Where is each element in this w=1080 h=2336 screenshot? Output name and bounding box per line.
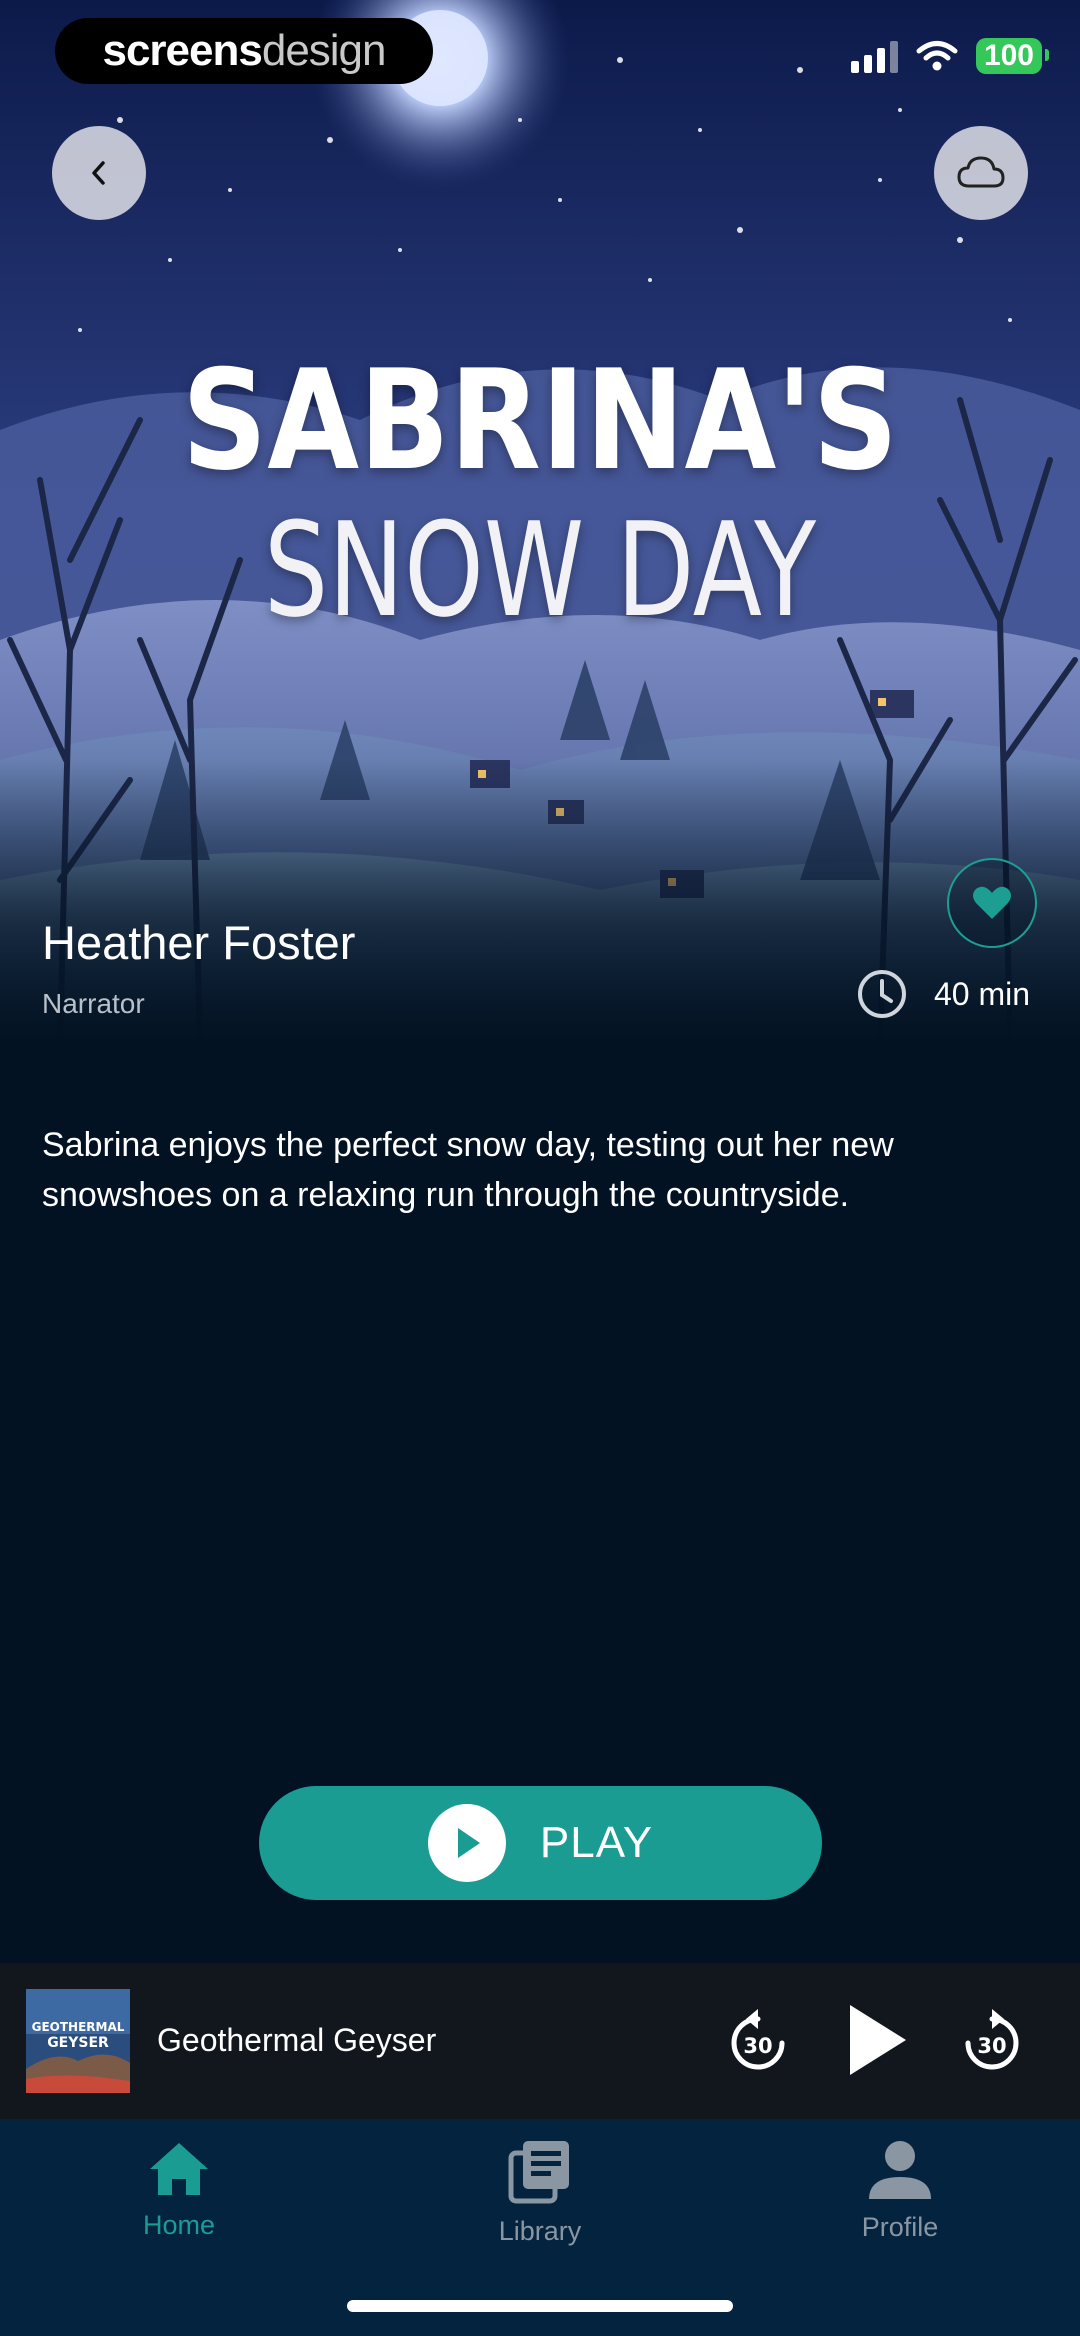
mini-player-artwork: GEOTHERMAL GEYSER [26, 1989, 130, 2093]
story-description: Sabrina enjoys the perfect snow day, tes… [42, 1126, 894, 1214]
status-bar: 100 [850, 38, 1050, 74]
tab-library[interactable]: Library [440, 2139, 640, 2247]
thumb-text-line2: GEYSER [47, 2035, 109, 2051]
cloud-icon [957, 156, 1005, 188]
story-title-line2: SNOW DAY [263, 494, 817, 646]
duration-label: 40 min [934, 975, 1031, 1012]
chevron-left-icon [92, 161, 105, 185]
geothermal-geyser-thumbnail: GEOTHERMAL GEYSER [26, 1989, 130, 2093]
clock-icon [858, 970, 906, 1018]
duration-info: 40 min [856, 968, 1030, 1020]
narrator-name: Heather Foster [42, 916, 356, 969]
screensdesign-badge: screens design [55, 18, 433, 84]
badge-text-part2: design [261, 26, 387, 75]
favorite-button[interactable] [947, 858, 1037, 948]
tab-home-label: Home [142, 2210, 216, 2240]
cellular-signal-icon [850, 39, 898, 73]
profile-icon [869, 2141, 931, 2199]
mini-player-title: Geothermal Geyser [157, 2022, 437, 2058]
battery-indicator: 100 [975, 38, 1050, 74]
tab-profile[interactable]: Profile [800, 2139, 1000, 2243]
play-icon [457, 1828, 480, 1858]
download-button[interactable] [934, 126, 1028, 220]
library-icon [508, 2141, 569, 2204]
home-icon [150, 2143, 208, 2195]
badge-text-part1: screens [102, 26, 262, 75]
play-story-button[interactable]: PLAY [259, 1786, 822, 1900]
rewind-30-icon[interactable]: 30 [728, 2003, 792, 2077]
play-label: PLAY [539, 1818, 654, 1867]
rewind-seconds: 30 [743, 2034, 772, 2058]
tab-home[interactable]: Home [79, 2139, 279, 2241]
story-title-line1: SABRINA'S [181, 340, 899, 501]
home-indicator [347, 2300, 733, 2312]
heart-icon [973, 886, 1011, 919]
wifi-icon [916, 41, 958, 71]
narrator-role-label: Narrator [42, 988, 145, 1019]
forward-seconds: 30 [977, 2034, 1006, 2058]
story-cover-art: screens design 100 SABRINA'S SNOW DAY [0, 0, 1080, 1040]
tab-library-label: Library [498, 2216, 582, 2246]
thumb-text-line1: GEOTHERMAL [32, 2020, 125, 2034]
tab-profile-label: Profile [861, 2212, 939, 2242]
mini-player[interactable]: GEOTHERMAL GEYSER Geothermal Geyser 30 3… [0, 1963, 1080, 2119]
play-circle [427, 1804, 506, 1882]
mini-play-icon[interactable] [846, 2003, 910, 2077]
forward-30-icon[interactable]: 30 [958, 2003, 1022, 2077]
back-button[interactable] [52, 126, 146, 220]
